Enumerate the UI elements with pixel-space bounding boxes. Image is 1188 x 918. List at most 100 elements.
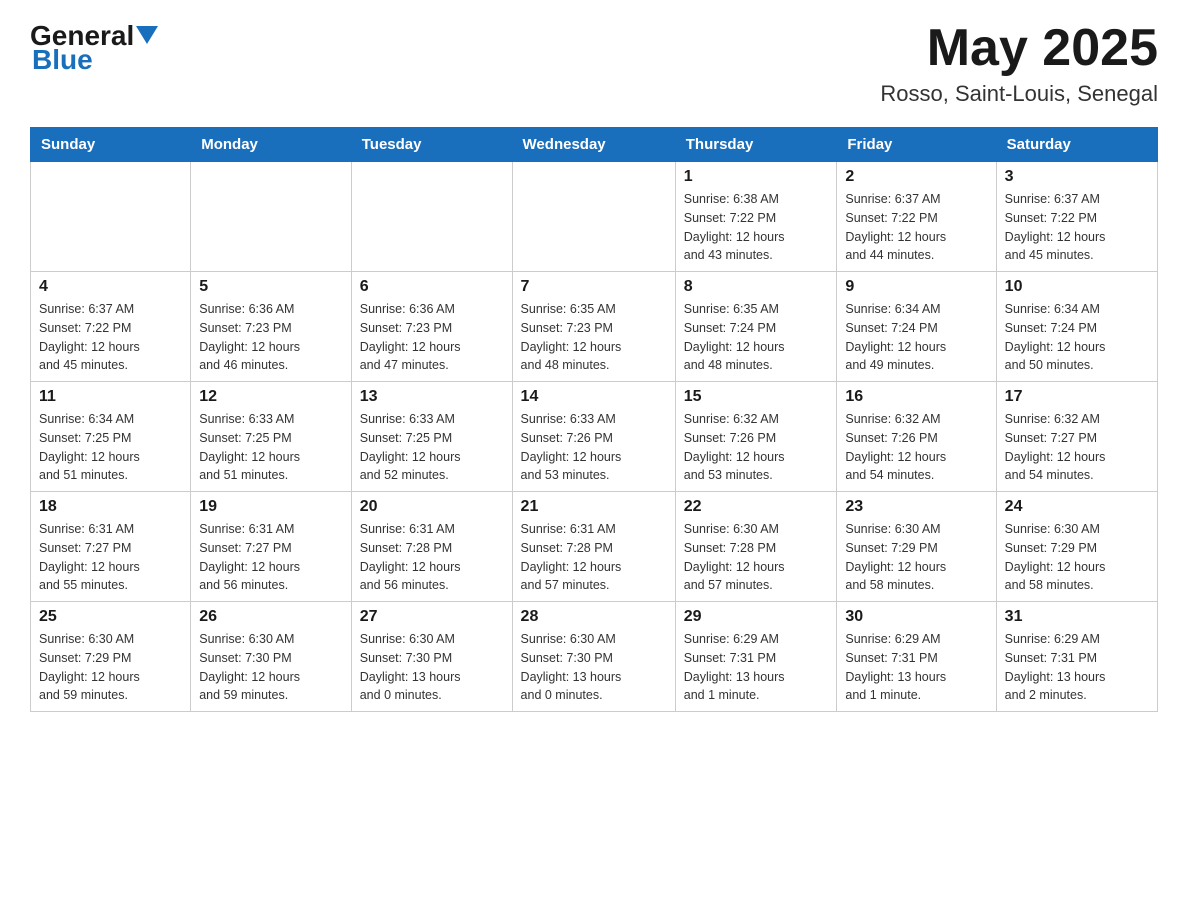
calendar-day-header: Friday [837, 128, 996, 162]
day-number: 13 [360, 388, 504, 406]
day-info: Sunrise: 6:30 AM Sunset: 7:30 PM Dayligh… [360, 630, 504, 705]
day-number: 23 [845, 498, 987, 516]
month-title: May 2025 [880, 20, 1158, 77]
day-number: 28 [521, 608, 667, 626]
day-info: Sunrise: 6:30 AM Sunset: 7:29 PM Dayligh… [39, 630, 182, 705]
day-number: 24 [1005, 498, 1149, 516]
day-info: Sunrise: 6:30 AM Sunset: 7:28 PM Dayligh… [684, 520, 829, 595]
calendar-day-header: Tuesday [351, 128, 512, 162]
day-info: Sunrise: 6:30 AM Sunset: 7:30 PM Dayligh… [199, 630, 343, 705]
calendar-cell [191, 162, 352, 272]
day-number: 21 [521, 498, 667, 516]
day-info: Sunrise: 6:31 AM Sunset: 7:27 PM Dayligh… [39, 520, 182, 595]
calendar-cell: 1 Sunrise: 6:38 AM Sunset: 7:22 PM Daylig… [675, 162, 837, 272]
day-number: 16 [845, 388, 987, 406]
day-info: Sunrise: 6:29 AM Sunset: 7:31 PM Dayligh… [845, 630, 987, 705]
day-number: 19 [199, 498, 343, 516]
calendar-cell: 24Sunrise: 6:30 AM Sunset: 7:29 PM Dayli… [996, 492, 1157, 602]
day-info: Sunrise: 6:32 AM Sunset: 7:26 PM Dayligh… [684, 410, 829, 485]
day-number: 31 [1005, 608, 1149, 626]
day-info: Sunrise: 6:38 AM Sunset: 7:22 PM Dayligh… [684, 190, 829, 265]
day-number: 27 [360, 608, 504, 626]
calendar-cell [31, 162, 191, 272]
week-row: 1 Sunrise: 6:38 AM Sunset: 7:22 PM Daylig… [31, 162, 1158, 272]
calendar-cell: 28Sunrise: 6:30 AM Sunset: 7:30 PM Dayli… [512, 602, 675, 712]
week-row: 25 Sunrise: 6:30 AM Sunset: 7:29 PM Dayli… [31, 602, 1158, 712]
week-row: 11Sunrise: 6:34 AM Sunset: 7:25 PM Dayli… [31, 382, 1158, 492]
day-number: 2 [845, 168, 987, 186]
day-info: Sunrise: 6:36 AM Sunset: 7:23 PM Dayligh… [360, 300, 504, 375]
day-number: 12 [199, 388, 343, 406]
day-info: Sunrise: 6:37 AM Sunset: 7:22 PM Dayligh… [39, 300, 182, 375]
calendar-day-header: Saturday [996, 128, 1157, 162]
week-row: 18 Sunrise: 6:31 AM Sunset: 7:27 PM Dayli… [31, 492, 1158, 602]
calendar-cell: 17 Sunrise: 6:32 AM Sunset: 7:27 PM Dayli… [996, 382, 1157, 492]
calendar-cell: 20Sunrise: 6:31 AM Sunset: 7:28 PM Dayli… [351, 492, 512, 602]
calendar-cell: 29 Sunrise: 6:29 AM Sunset: 7:31 PM Dayli… [675, 602, 837, 712]
calendar-cell: 19 Sunrise: 6:31 AM Sunset: 7:27 PM Dayli… [191, 492, 352, 602]
day-info: Sunrise: 6:30 AM Sunset: 7:29 PM Dayligh… [845, 520, 987, 595]
day-number: 15 [684, 388, 829, 406]
day-info: Sunrise: 6:35 AM Sunset: 7:23 PM Dayligh… [521, 300, 667, 375]
location-label: Rosso, Saint-Louis, Senegal [880, 81, 1158, 107]
day-number: 5 [199, 278, 343, 296]
calendar-cell: 16Sunrise: 6:32 AM Sunset: 7:26 PM Dayli… [837, 382, 996, 492]
day-number: 14 [521, 388, 667, 406]
day-info: Sunrise: 6:31 AM Sunset: 7:28 PM Dayligh… [521, 520, 667, 595]
day-number: 22 [684, 498, 829, 516]
calendar-cell: 8 Sunrise: 6:35 AM Sunset: 7:24 PM Daylig… [675, 272, 837, 382]
logo-triangle-icon [136, 26, 158, 48]
day-info: Sunrise: 6:31 AM Sunset: 7:27 PM Dayligh… [199, 520, 343, 595]
calendar-cell: 23 Sunrise: 6:30 AM Sunset: 7:29 PM Dayli… [837, 492, 996, 602]
calendar-day-header: Sunday [31, 128, 191, 162]
day-info: Sunrise: 6:35 AM Sunset: 7:24 PM Dayligh… [684, 300, 829, 375]
calendar-day-header: Thursday [675, 128, 837, 162]
day-info: Sunrise: 6:29 AM Sunset: 7:31 PM Dayligh… [1005, 630, 1149, 705]
day-info: Sunrise: 6:29 AM Sunset: 7:31 PM Dayligh… [684, 630, 829, 705]
week-row: 4Sunrise: 6:37 AM Sunset: 7:22 PM Daylig… [31, 272, 1158, 382]
day-number: 8 [684, 278, 829, 296]
logo: General Blue [30, 20, 158, 76]
calendar-cell: 13 Sunrise: 6:33 AM Sunset: 7:25 PM Dayli… [351, 382, 512, 492]
day-number: 3 [1005, 168, 1149, 186]
day-number: 7 [521, 278, 667, 296]
day-number: 17 [1005, 388, 1149, 406]
day-number: 6 [360, 278, 504, 296]
calendar-cell: 30Sunrise: 6:29 AM Sunset: 7:31 PM Dayli… [837, 602, 996, 712]
calendar-cell: 4Sunrise: 6:37 AM Sunset: 7:22 PM Daylig… [31, 272, 191, 382]
calendar-cell [512, 162, 675, 272]
calendar-day-header: Wednesday [512, 128, 675, 162]
day-info: Sunrise: 6:37 AM Sunset: 7:22 PM Dayligh… [845, 190, 987, 265]
calendar-cell: 9 Sunrise: 6:34 AM Sunset: 7:24 PM Daylig… [837, 272, 996, 382]
calendar-cell: 31 Sunrise: 6:29 AM Sunset: 7:31 PM Dayli… [996, 602, 1157, 712]
day-info: Sunrise: 6:33 AM Sunset: 7:25 PM Dayligh… [360, 410, 504, 485]
calendar-cell: 2 Sunrise: 6:37 AM Sunset: 7:22 PM Daylig… [837, 162, 996, 272]
calendar-day-header: Monday [191, 128, 352, 162]
calendar-cell: 21 Sunrise: 6:31 AM Sunset: 7:28 PM Dayli… [512, 492, 675, 602]
day-info: Sunrise: 6:32 AM Sunset: 7:27 PM Dayligh… [1005, 410, 1149, 485]
day-info: Sunrise: 6:36 AM Sunset: 7:23 PM Dayligh… [199, 300, 343, 375]
calendar-cell: 25 Sunrise: 6:30 AM Sunset: 7:29 PM Dayli… [31, 602, 191, 712]
day-info: Sunrise: 6:34 AM Sunset: 7:24 PM Dayligh… [845, 300, 987, 375]
day-number: 25 [39, 608, 182, 626]
calendar-cell [351, 162, 512, 272]
calendar-cell: 7 Sunrise: 6:35 AM Sunset: 7:23 PM Daylig… [512, 272, 675, 382]
calendar-cell: 26 Sunrise: 6:30 AM Sunset: 7:30 PM Dayli… [191, 602, 352, 712]
calendar-table: SundayMondayTuesdayWednesdayThursdayFrid… [30, 127, 1158, 712]
day-info: Sunrise: 6:33 AM Sunset: 7:25 PM Dayligh… [199, 410, 343, 485]
day-number: 26 [199, 608, 343, 626]
calendar-cell: 18 Sunrise: 6:31 AM Sunset: 7:27 PM Dayli… [31, 492, 191, 602]
day-info: Sunrise: 6:33 AM Sunset: 7:26 PM Dayligh… [521, 410, 667, 485]
calendar-cell: 22 Sunrise: 6:30 AM Sunset: 7:28 PM Dayli… [675, 492, 837, 602]
day-number: 9 [845, 278, 987, 296]
calendar-cell: 5 Sunrise: 6:36 AM Sunset: 7:23 PM Daylig… [191, 272, 352, 382]
day-number: 20 [360, 498, 504, 516]
day-number: 1 [684, 168, 829, 186]
calendar-cell: 14 Sunrise: 6:33 AM Sunset: 7:26 PM Dayli… [512, 382, 675, 492]
calendar-cell: 3Sunrise: 6:37 AM Sunset: 7:22 PM Daylig… [996, 162, 1157, 272]
day-info: Sunrise: 6:34 AM Sunset: 7:24 PM Dayligh… [1005, 300, 1149, 375]
calendar-cell: 27 Sunrise: 6:30 AM Sunset: 7:30 PM Dayli… [351, 602, 512, 712]
day-number: 29 [684, 608, 829, 626]
calendar-cell: 15 Sunrise: 6:32 AM Sunset: 7:26 PM Dayli… [675, 382, 837, 492]
day-number: 18 [39, 498, 182, 516]
